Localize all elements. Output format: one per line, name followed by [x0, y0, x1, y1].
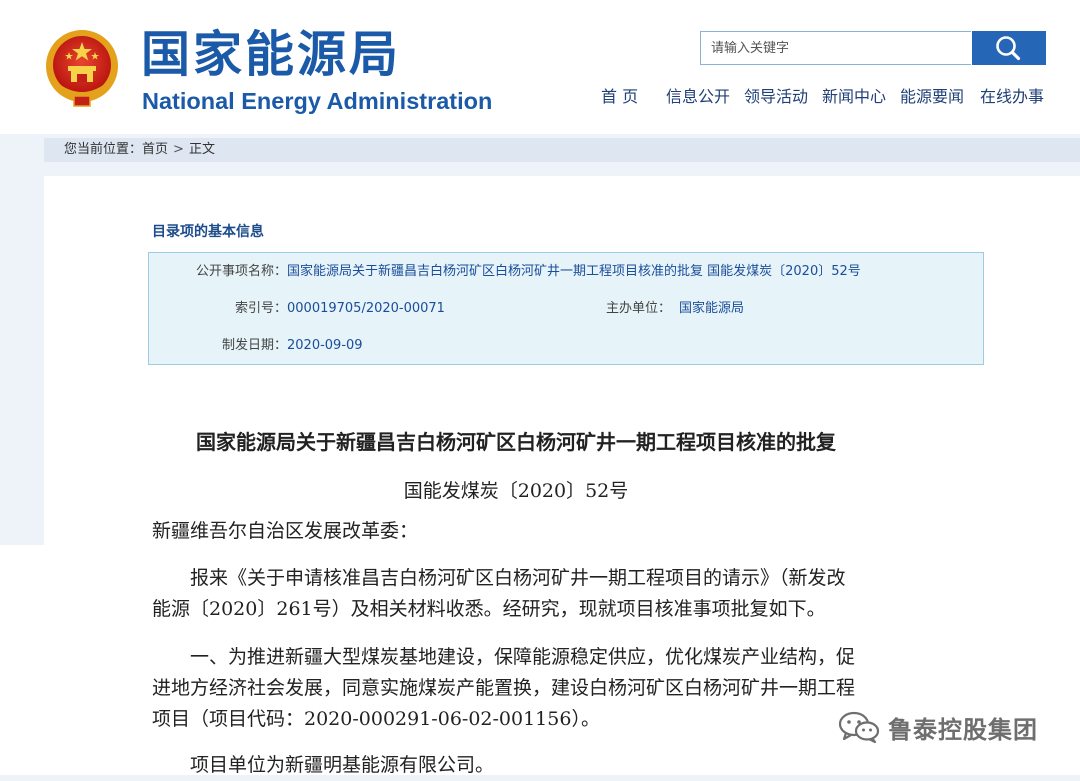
- info-box: 公开事项名称：国家能源局关于新疆昌吉白杨河矿区白杨河矿井一期工程项目核准的批复 …: [148, 252, 984, 365]
- paragraph-line: 进地方经济社会发展，同意实施煤炭产能置换，建设白杨河矿区白杨河矿井一期工程: [152, 677, 856, 699]
- breadcrumb-separator: >: [173, 142, 184, 157]
- breadcrumb-home-link[interactable]: 首页: [142, 142, 168, 157]
- paragraph-line: 一、为推进新疆大型煤炭基地建设，保障能源稳定供应，优化煤炭产业结构，促: [152, 646, 856, 668]
- nav-energy-news[interactable]: 能源要闻: [900, 86, 964, 108]
- nav-online-services[interactable]: 在线办事: [980, 86, 1044, 108]
- info-name-value: 国家能源局关于新疆昌吉白杨河矿区白杨河矿井一期工程项目核准的批复 国能发煤炭〔2…: [287, 264, 861, 279]
- watermark-text: 鲁泰控股集团: [888, 715, 1038, 744]
- document-recipient: 新疆维吾尔自治区发展改革委：: [152, 520, 419, 542]
- wechat-icon: [838, 711, 880, 744]
- site-logo-chinese[interactable]: 国家能源局: [141, 26, 401, 84]
- info-row-index: 索引号：000019705/2020-00071: [149, 300, 445, 318]
- document-number: 国能发煤炭〔2020〕52号: [403, 480, 629, 502]
- nav-info-disclosure[interactable]: 信息公开: [666, 86, 730, 108]
- info-date-value: 2020-09-09: [287, 338, 363, 353]
- page-side-stripe: [0, 545, 44, 775]
- info-row-name: 公开事项名称：国家能源局关于新疆昌吉白杨河矿区白杨河矿井一期工程项目核准的批复 …: [149, 263, 861, 281]
- site-header: 国家能源局 National Energy Administration 首 页…: [0, 0, 1080, 134]
- paragraph-line: 报来《关于申请核准昌吉白杨河矿区白杨河矿井一期工程项目的请示》（新发改: [152, 567, 846, 589]
- breadcrumb-current: 正文: [188, 142, 215, 157]
- nav-home[interactable]: 首 页: [601, 86, 638, 108]
- nav-news-center[interactable]: 新闻中心: [822, 86, 886, 108]
- search-button[interactable]: [972, 31, 1046, 65]
- info-section-title: 目录项的基本信息: [152, 224, 264, 240]
- breadcrumb-prefix: 您当前位置：: [64, 142, 143, 157]
- paragraph-line: 能源〔2020〕261号）及相关材料收悉。经研究，现就项目核准事项批复如下。: [152, 598, 826, 620]
- info-row-date: 制发日期：2020-09-09: [149, 337, 363, 355]
- info-org-label: 主办单位：: [605, 301, 671, 316]
- info-name-label: 公开事项名称：: [195, 264, 287, 279]
- info-org-value: 国家能源局: [679, 301, 745, 316]
- info-date-label: 制发日期：: [221, 338, 287, 353]
- wechat-watermark: 鲁泰控股集团: [838, 705, 1038, 749]
- document-title: 国家能源局关于新疆昌吉白杨河矿区白杨河矿井一期工程项目核准的批复: [196, 430, 836, 454]
- info-index-label: 索引号：: [234, 301, 287, 316]
- main-nav: 首 页 信息公开 领导活动 新闻中心 能源要闻 在线办事: [0, 86, 1080, 108]
- info-row-org: 主办单位： 国家能源局: [583, 300, 744, 318]
- search-icon: [996, 36, 1021, 61]
- breadcrumb: 您当前位置：首页 > 正文: [44, 138, 1080, 162]
- info-index-value: 000019705/2020-00071: [287, 301, 445, 316]
- article-content: 目录项的基本信息 公开事项名称：国家能源局关于新疆昌吉白杨河矿区白杨河矿井一期工…: [44, 176, 1080, 776]
- nav-leader-activities[interactable]: 领导活动: [744, 86, 808, 108]
- search-input[interactable]: [700, 31, 971, 65]
- document-paragraph-1: 报来《关于申请核准昌吉白杨河矿区白杨河矿井一期工程项目的请示》（新发改 能源〔2…: [152, 563, 992, 625]
- document-paragraph-3: 项目单位为新疆明基能源有限公司。: [152, 754, 495, 776]
